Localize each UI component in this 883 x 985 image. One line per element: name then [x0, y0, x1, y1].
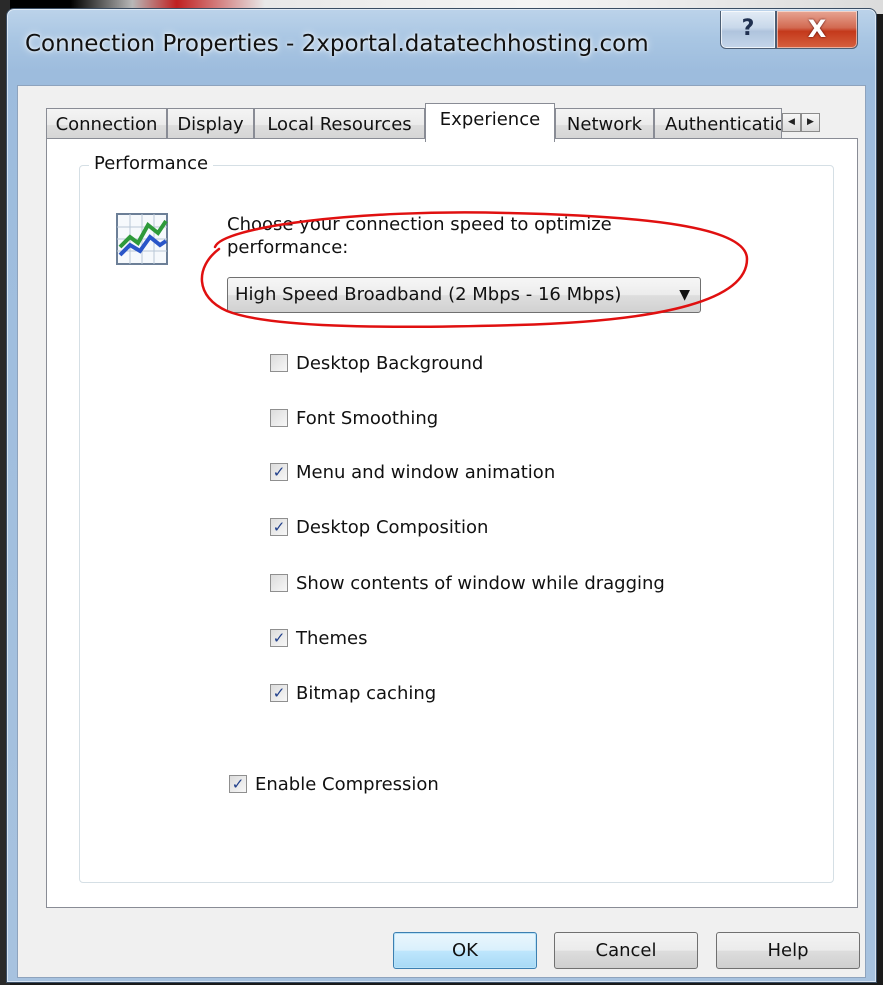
dialog-client-area: Connection Display Local Resources Exper… — [17, 85, 866, 978]
tab-experience[interactable]: Experience — [425, 103, 555, 142]
checkbox-show-window-contents[interactable] — [270, 574, 288, 592]
option-label: Themes — [296, 627, 368, 649]
connection-properties-dialog: Connection Properties - 2xportal.datatec… — [6, 8, 877, 983]
window-title: Connection Properties - 2xportal.datatec… — [25, 31, 649, 57]
tab-scroll-left-icon[interactable]: ◀ — [782, 113, 801, 132]
checkbox-desktop-composition[interactable]: ✓ — [270, 518, 288, 536]
checkbox-desktop-background[interactable] — [270, 354, 288, 372]
checkbox-font-smoothing[interactable] — [270, 409, 288, 427]
checkbox-bitmap-caching[interactable]: ✓ — [270, 684, 288, 702]
option-label: Enable Compression — [255, 773, 439, 795]
connection-speed-dropdown[interactable]: High Speed Broadband (2 Mbps - 16 Mbps) … — [227, 277, 701, 313]
tab-network[interactable]: Network — [555, 108, 654, 141]
help-button[interactable]: Help — [716, 932, 860, 969]
option-label: Menu and window animation — [296, 461, 556, 483]
close-button[interactable]: X — [776, 11, 858, 49]
option-label: Font Smoothing — [296, 407, 439, 429]
tab-local-resources[interactable]: Local Resources — [254, 108, 425, 141]
tab-connection[interactable]: Connection — [46, 108, 167, 141]
question-mark-icon: ? — [741, 16, 755, 41]
connection-speed-prompt: Choose your connection speed to optimize… — [227, 214, 612, 258]
option-show-window-contents[interactable]: Show contents of window while dragging — [270, 570, 665, 596]
help-caption-button[interactable]: ? — [720, 11, 776, 49]
option-label: Desktop Composition — [296, 516, 489, 538]
ok-button[interactable]: OK — [393, 932, 537, 969]
performance-chart-icon — [116, 213, 168, 265]
tab-scroll-right-icon[interactable]: ▶ — [801, 113, 820, 132]
close-icon: X — [807, 15, 827, 43]
checkbox-themes[interactable]: ✓ — [270, 629, 288, 647]
tab-display[interactable]: Display — [167, 108, 254, 141]
option-menu-window-animation[interactable]: ✓ Menu and window animation — [270, 459, 555, 485]
option-label: Desktop Background — [296, 352, 484, 374]
option-font-smoothing[interactable]: Font Smoothing — [270, 405, 438, 431]
tab-strip: Connection Display Local Resources Exper… — [46, 103, 858, 142]
checkbox-menu-window-animation[interactable]: ✓ — [270, 463, 288, 481]
performance-group-label: Performance — [89, 153, 214, 174]
option-themes[interactable]: ✓ Themes — [270, 625, 367, 651]
cancel-button[interactable]: Cancel — [554, 932, 698, 969]
chevron-down-icon: ▼ — [679, 287, 690, 303]
option-desktop-composition[interactable]: ✓ Desktop Composition — [270, 514, 488, 540]
connection-speed-value: High Speed Broadband (2 Mbps - 16 Mbps) — [235, 284, 622, 305]
option-label: Bitmap caching — [296, 682, 437, 704]
experience-tab-panel: Performance Choose your connection speed… — [46, 138, 858, 908]
option-enable-compression[interactable]: ✓ Enable Compression — [229, 771, 439, 797]
checkbox-enable-compression[interactable]: ✓ — [229, 775, 247, 793]
option-desktop-background[interactable]: Desktop Background — [270, 350, 483, 376]
tab-authentication[interactable]: Authentication — [654, 108, 782, 141]
option-label: Show contents of window while dragging — [296, 572, 665, 594]
option-bitmap-caching[interactable]: ✓ Bitmap caching — [270, 680, 436, 706]
